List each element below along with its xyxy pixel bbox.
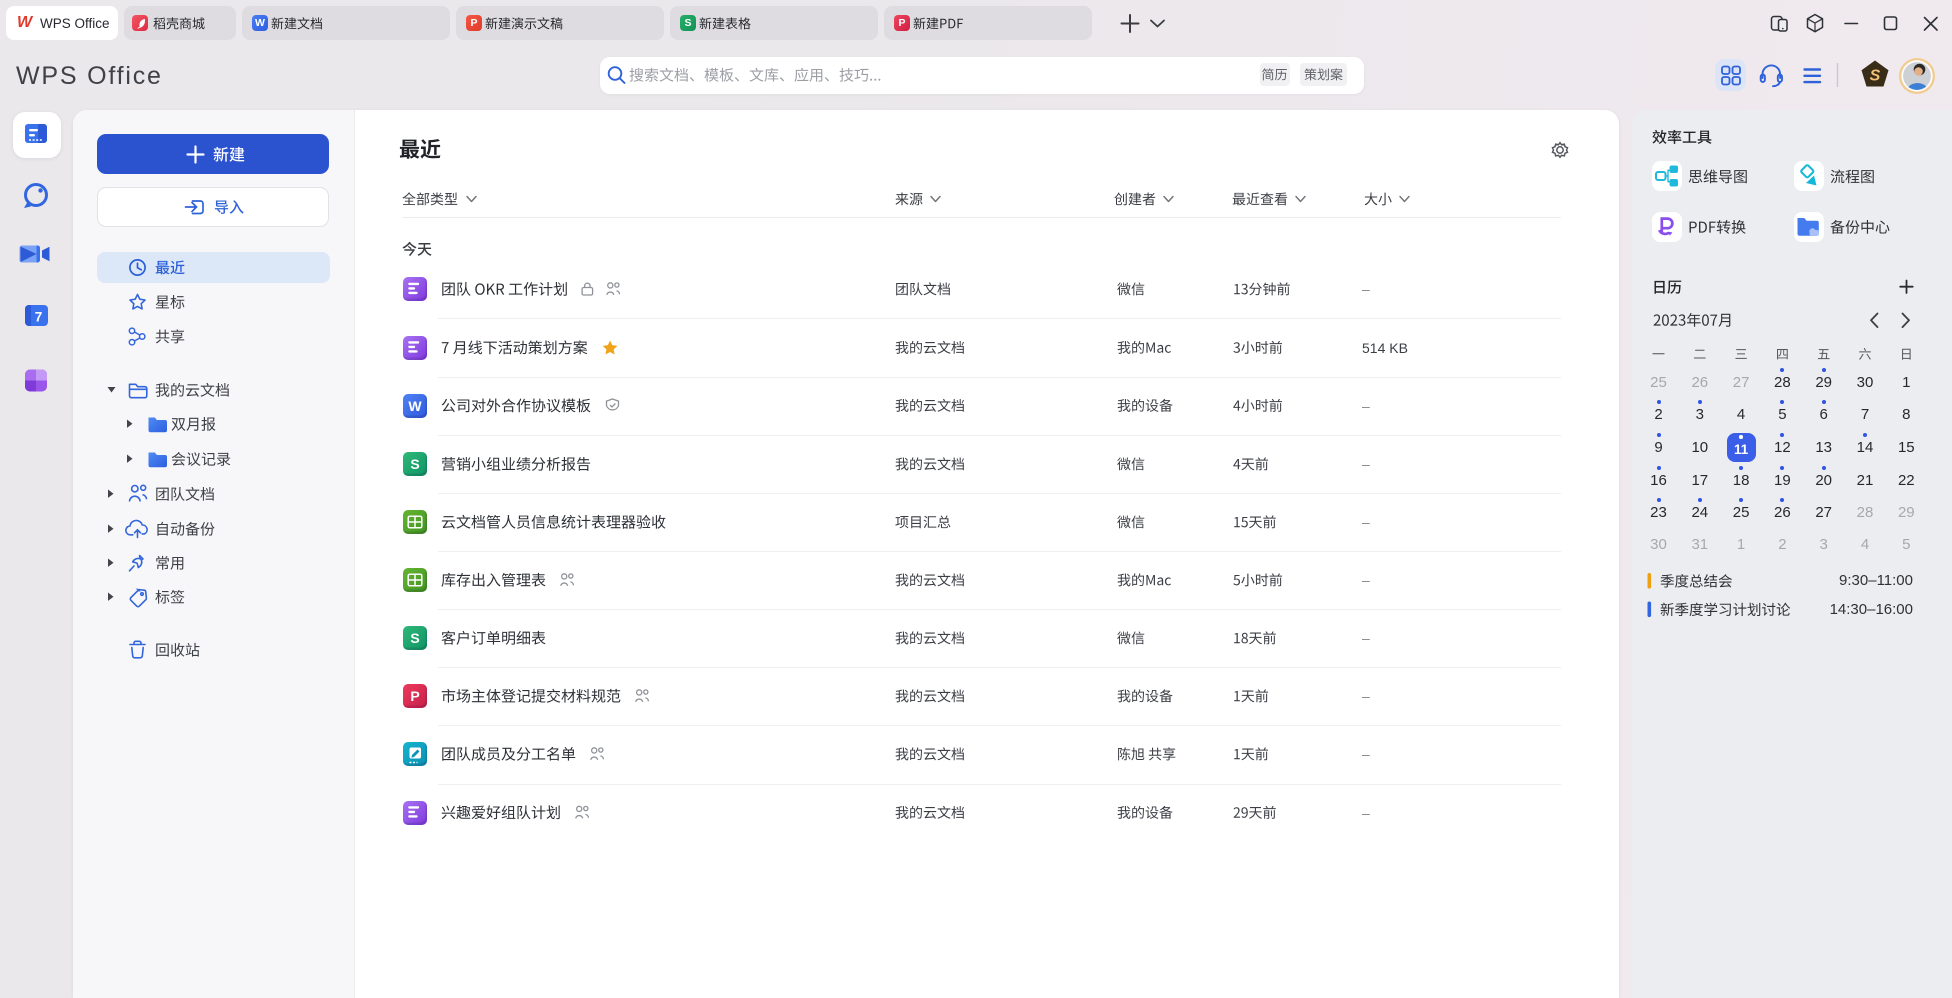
svg-text:S: S bbox=[1870, 68, 1881, 85]
svg-text:7: 7 bbox=[35, 310, 43, 325]
